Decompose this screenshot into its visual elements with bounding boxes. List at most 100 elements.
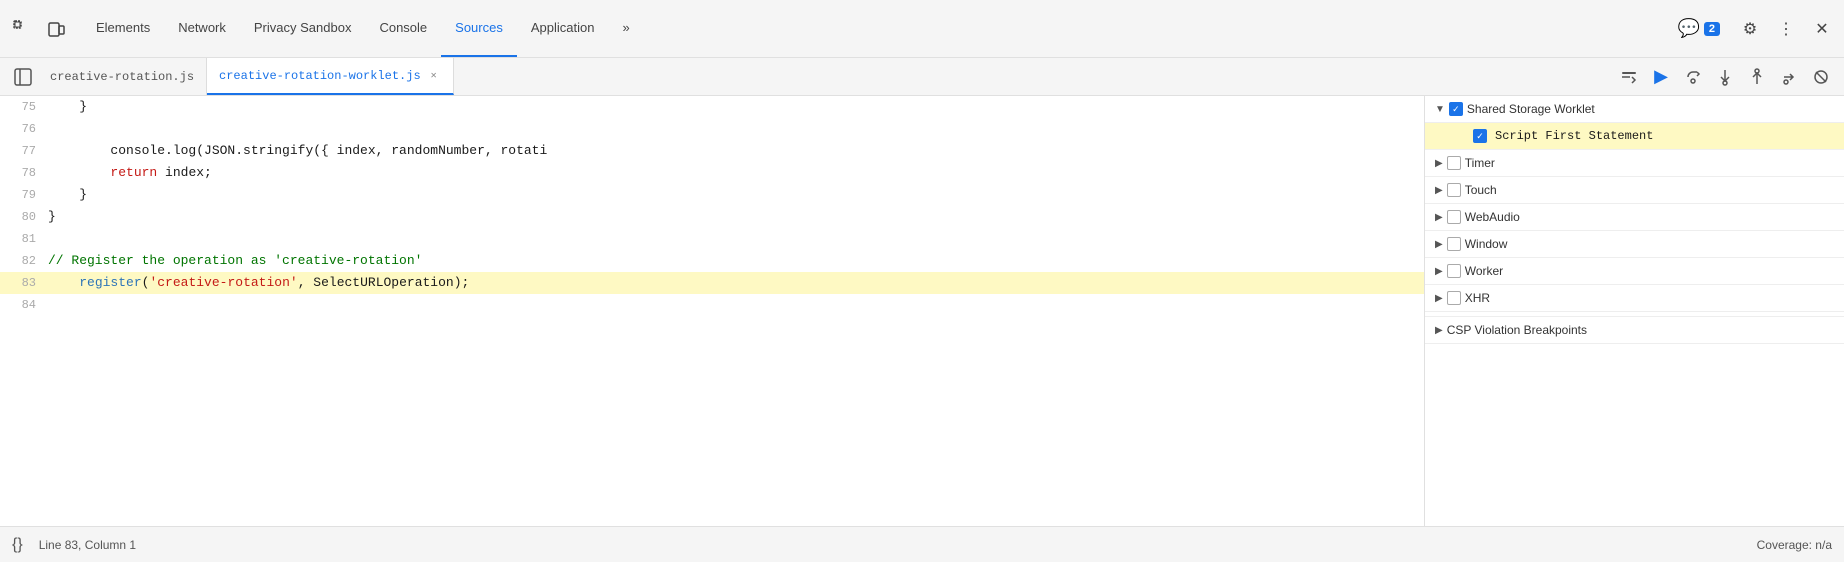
nav-icons — [8, 15, 70, 43]
file-tabs: creative-rotation.js creative-rotation-w… — [0, 58, 1844, 96]
device-toggle-icon[interactable] — [42, 15, 70, 43]
csp-header[interactable]: ▶ CSP Violation Breakpoints — [1425, 316, 1844, 344]
code-line-76: 76 — [0, 118, 1424, 140]
line-content: } — [48, 96, 1424, 118]
step-icon[interactable] — [1774, 62, 1804, 92]
file-tab-creative-rotation-worklet-js[interactable]: creative-rotation-worklet.js ✕ — [207, 58, 454, 95]
tab-network[interactable]: Network — [164, 0, 240, 57]
worker-expand-icon: ▶ — [1435, 266, 1443, 277]
file-tab-label: creative-rotation.js — [50, 70, 194, 84]
more-options-icon[interactable]: ⋮ — [1772, 15, 1800, 43]
status-bar: {} Line 83, Column 1 Coverage: n/a — [0, 526, 1844, 562]
top-nav: Elements Network Privacy Sandbox Console… — [0, 0, 1844, 58]
touch-label: Touch — [1465, 183, 1497, 197]
resume-icon[interactable]: ▶ — [1646, 62, 1676, 92]
close-devtools-icon[interactable]: ✕ — [1808, 15, 1836, 43]
script-first-statement-label: Script First Statement — [1495, 129, 1653, 143]
xhr-header[interactable]: ▶ XHR — [1425, 285, 1844, 312]
file-tab-active-label: creative-rotation-worklet.js — [219, 69, 421, 83]
window-header[interactable]: ▶ Window — [1425, 231, 1844, 258]
code-editor[interactable]: 75 } 76 77 console.log(JSON.stringify({ … — [0, 96, 1424, 526]
script-first-statement-checkbox[interactable] — [1473, 129, 1487, 143]
worker-checkbox[interactable] — [1447, 264, 1461, 278]
line-content: register('creative-rotation', SelectURLO… — [48, 272, 1424, 294]
toolbar-right: ▶ — [1614, 62, 1840, 92]
webaudio-checkbox[interactable] — [1447, 210, 1461, 224]
coverage-info: Coverage: n/a — [1757, 538, 1832, 552]
touch-header[interactable]: ▶ Touch — [1425, 177, 1844, 204]
code-line-83: 83 register('creative-rotation', SelectU… — [0, 272, 1424, 294]
tab-sources[interactable]: Sources — [441, 0, 517, 57]
file-tab-close-icon[interactable]: ✕ — [427, 69, 441, 83]
xhr-checkbox[interactable] — [1447, 291, 1461, 305]
format-toggle-icon[interactable] — [1614, 62, 1644, 92]
chat-badge[interactable]: 💬 2 — [1669, 14, 1728, 43]
line-number: 83 — [0, 272, 48, 294]
file-tab-creative-rotation-js[interactable]: creative-rotation.js — [38, 58, 207, 95]
csp-expand-icon: ▶ — [1435, 325, 1443, 336]
settings-icon[interactable]: ⚙ — [1736, 15, 1764, 43]
worker-header[interactable]: ▶ Worker — [1425, 258, 1844, 285]
code-line-75: 75 } — [0, 96, 1424, 118]
line-content: // Register the operation as 'creative-r… — [48, 250, 1424, 272]
right-panel: ▼ Shared Storage Worklet Script First St… — [1424, 96, 1844, 526]
line-number: 78 — [0, 162, 48, 184]
csp-label: CSP Violation Breakpoints — [1447, 323, 1587, 337]
webaudio-label: WebAudio — [1465, 210, 1520, 224]
worker-label: Worker — [1465, 264, 1503, 278]
webaudio-expand-icon: ▶ — [1435, 212, 1443, 223]
tab-more[interactable]: » — [608, 0, 643, 57]
tab-application[interactable]: Application — [517, 0, 609, 57]
tab-elements[interactable]: Elements — [82, 0, 164, 57]
code-line-81: 81 — [0, 228, 1424, 250]
xhr-expand-icon: ▶ — [1435, 293, 1443, 304]
badge-count: 2 — [1704, 22, 1720, 36]
timer-label: Timer — [1465, 156, 1495, 170]
line-number: 76 — [0, 118, 48, 140]
window-expand-icon: ▶ — [1435, 239, 1443, 250]
window-label: Window — [1465, 237, 1508, 251]
code-line-82: 82 // Register the operation as 'creativ… — [0, 250, 1424, 272]
sidebar-toggle-icon[interactable] — [8, 62, 38, 92]
code-line-78: 78 return index; — [0, 162, 1424, 184]
line-number: 81 — [0, 228, 48, 250]
touch-checkbox[interactable] — [1447, 183, 1461, 197]
line-content: console.log(JSON.stringify({ index, rand… — [48, 140, 1424, 162]
timer-expand-icon: ▶ — [1435, 158, 1443, 169]
script-first-statement-item: Script First Statement — [1425, 123, 1844, 150]
line-number: 80 — [0, 206, 48, 228]
line-number: 77 — [0, 140, 48, 162]
shared-storage-checkbox[interactable] — [1449, 102, 1463, 116]
line-content: } — [48, 184, 1424, 206]
line-number: 75 — [0, 96, 48, 118]
expand-triangle-icon: ▼ — [1435, 104, 1445, 115]
line-content: } — [48, 206, 1424, 228]
step-over-icon[interactable] — [1678, 62, 1708, 92]
deactivate-breakpoints-icon[interactable] — [1806, 62, 1836, 92]
inspect-icon[interactable] — [8, 15, 36, 43]
touch-expand-icon: ▶ — [1435, 185, 1443, 196]
line-column-info: Line 83, Column 1 — [39, 538, 136, 552]
line-number: 84 — [0, 294, 48, 316]
timer-header[interactable]: ▶ Timer — [1425, 150, 1844, 177]
nav-tabs: Elements Network Privacy Sandbox Console… — [82, 0, 1669, 57]
tab-console[interactable]: Console — [365, 0, 441, 57]
line-number: 79 — [0, 184, 48, 206]
code-line-84: 84 — [0, 294, 1424, 316]
code-line-77: 77 console.log(JSON.stringify({ index, r… — [0, 140, 1424, 162]
webaudio-header[interactable]: ▶ WebAudio — [1425, 204, 1844, 231]
xhr-label: XHR — [1465, 291, 1490, 305]
shared-storage-label: Shared Storage Worklet — [1467, 102, 1595, 116]
code-line-79: 79 } — [0, 184, 1424, 206]
step-out-icon[interactable] — [1742, 62, 1772, 92]
main-area: 75 } 76 77 console.log(JSON.stringify({ … — [0, 96, 1844, 526]
tab-privacy-sandbox[interactable]: Privacy Sandbox — [240, 0, 366, 57]
shared-storage-header[interactable]: ▼ Shared Storage Worklet — [1425, 96, 1844, 123]
timer-checkbox[interactable] — [1447, 156, 1461, 170]
line-number: 82 — [0, 250, 48, 272]
nav-right-controls: 💬 2 ⚙ ⋮ ✕ — [1669, 14, 1836, 43]
window-checkbox[interactable] — [1447, 237, 1461, 251]
code-line-80: 80 } — [0, 206, 1424, 228]
step-into-icon[interactable] — [1710, 62, 1740, 92]
line-content: return index; — [48, 162, 1424, 184]
